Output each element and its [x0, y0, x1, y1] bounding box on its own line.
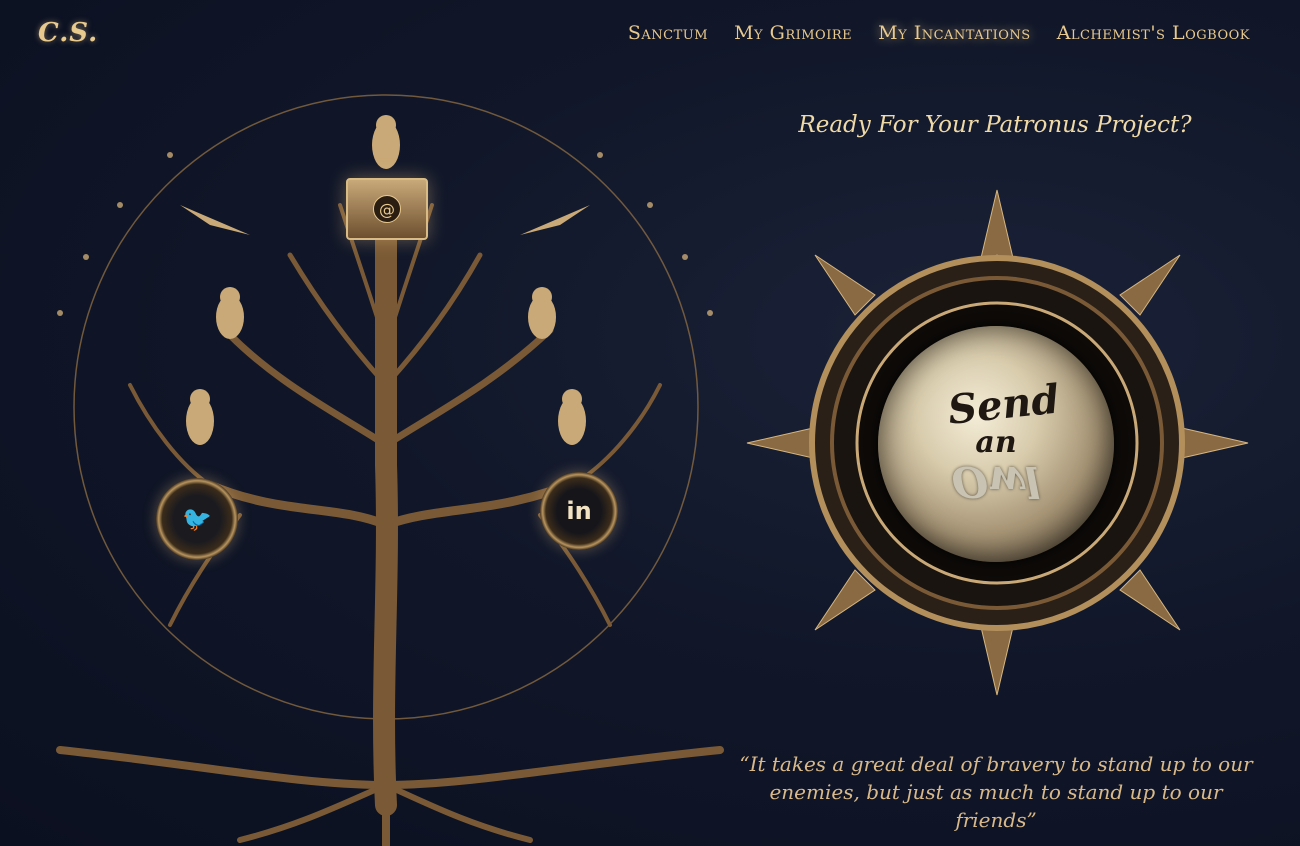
- linkedin-icon: in: [566, 497, 592, 525]
- nav-my-grimoire[interactable]: My Grimoire: [734, 22, 852, 44]
- nav-alchemists-logbook[interactable]: Alchemist's Logbook: [1057, 22, 1250, 44]
- send-an-owl-button[interactable]: Send an Owl: [878, 326, 1114, 562]
- owl-button-line-2: an: [975, 425, 1017, 461]
- owl-button-line-3: Owl: [951, 456, 1041, 506]
- tree-illustration: @ 🐦 in: [40, 85, 740, 846]
- envelope-at-icon: @: [373, 195, 401, 223]
- main-nav: Sanctum My Grimoire My Incantations Alch…: [628, 22, 1250, 44]
- nav-sanctum[interactable]: Sanctum: [628, 22, 708, 44]
- owl-button-line-1: Send: [946, 375, 1062, 435]
- email-link[interactable]: @: [346, 178, 428, 240]
- page-headline: Ready For Your Patronus Project?: [798, 112, 1192, 138]
- quote-text: “It takes a great deal of bravery to sta…: [739, 752, 1253, 832]
- twitter-link[interactable]: 🐦: [156, 478, 238, 560]
- site-logo[interactable]: C.S.: [38, 18, 98, 48]
- linkedin-link[interactable]: in: [540, 472, 618, 550]
- twitter-bird-icon: 🐦: [182, 505, 212, 533]
- nav-my-incantations[interactable]: My Incantations: [878, 22, 1031, 44]
